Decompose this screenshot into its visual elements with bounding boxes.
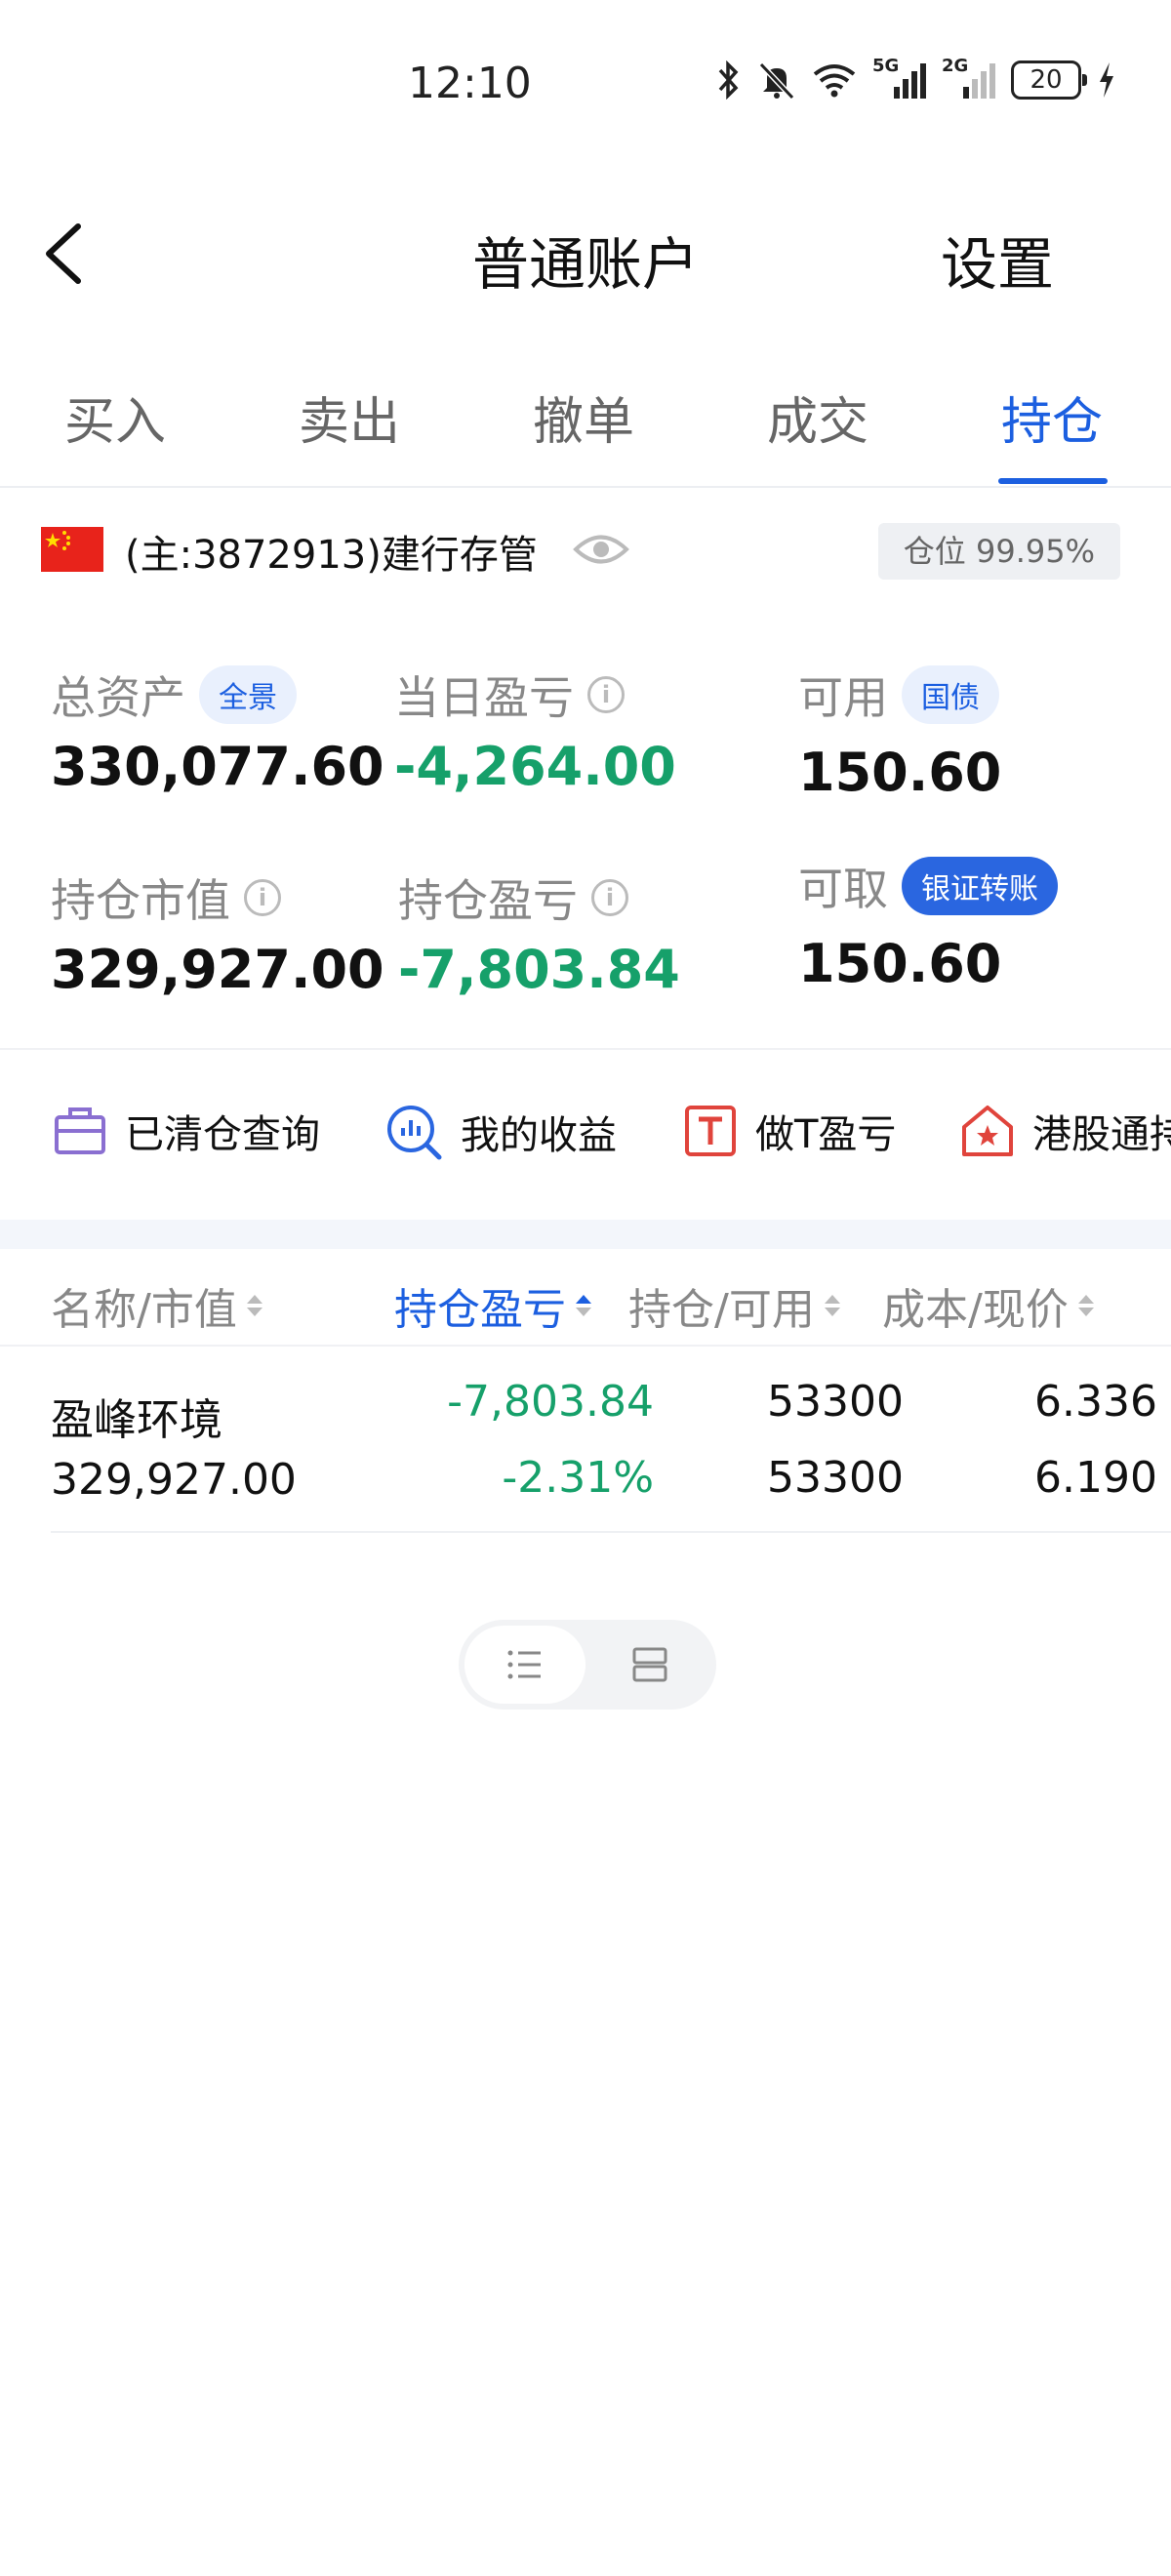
col-label: 持仓盈亏 — [394, 1285, 566, 1335]
battery-level: 20 — [1030, 65, 1063, 95]
t-box-icon — [685, 1106, 736, 1156]
available-value: 150.60 — [798, 742, 1002, 803]
signal-2g-label: 2G — [942, 56, 969, 76]
shortcut-label: 做T盈亏 — [755, 1112, 897, 1157]
sort-icon — [824, 1295, 840, 1316]
daily-pnl-value: -4,264.00 — [394, 736, 676, 797]
account-name: (主:3872913)建行存管 — [125, 533, 538, 578]
withdrawable-label: 可取 — [798, 863, 888, 915]
tab-buy[interactable]: 买入 — [64, 381, 166, 454]
total-assets: 总资产 全景 330,077.60 — [51, 664, 384, 797]
active-tab-indicator — [998, 478, 1108, 484]
table-row[interactable]: 盈峰环境 329,927.00 -7,803.84 -2.31% 53300 5… — [51, 1351, 1171, 1533]
bluetooth-icon — [718, 60, 739, 100]
status-bar: 12:10 5G 2G 20 — [0, 0, 1171, 166]
list-icon — [507, 1650, 541, 1679]
battery-icon: 20 — [1011, 60, 1087, 100]
card-view-icon — [632, 1647, 667, 1682]
sort-icon — [246, 1295, 262, 1316]
withdrawable-funds: 可取 银证转账 150.60 — [798, 855, 1058, 994]
stock-holding: 53300 — [767, 1377, 904, 1427]
shortcut-bar: 已清仓查询 我的收益 做T盈亏 港股通持 — [0, 1083, 1171, 1190]
hk-flower-icon — [962, 1106, 1013, 1156]
cleared-positions-shortcut[interactable]: 已清仓查询 — [53, 1103, 320, 1159]
shortcut-label: 港股通持 — [1032, 1112, 1171, 1157]
panorama-chip[interactable]: 全景 — [199, 665, 297, 724]
position-pnl-value: -7,803.84 — [398, 939, 680, 1000]
col-holding-available[interactable]: 持仓/可用 — [628, 1274, 840, 1337]
nav-bar: 普通账户 设置 — [0, 195, 1171, 312]
position-pnl-label: 持仓盈亏 — [398, 874, 578, 927]
section-divider — [0, 1220, 1171, 1249]
shortcut-label: 我的收益 — [461, 1113, 617, 1158]
col-label: 名称/市值 — [51, 1285, 237, 1335]
sort-icon — [1077, 1295, 1094, 1316]
stock-pnl-pct: -2.31% — [502, 1453, 654, 1503]
stock-name: 盈峰环境 — [51, 1395, 222, 1445]
daily-pnl: 当日盈亏 i -4,264.00 — [394, 664, 676, 797]
available-label: 可用 — [798, 671, 888, 724]
col-label: 成本/现价 — [882, 1285, 1069, 1335]
position-pnl: 持仓盈亏 i -7,803.84 — [398, 866, 680, 1000]
mute-bell-icon — [758, 61, 795, 100]
col-label: 持仓/可用 — [628, 1285, 815, 1335]
chart-magnifier-icon — [387, 1106, 442, 1160]
stock-market-value: 329,927.00 — [51, 1455, 297, 1505]
eye-icon[interactable] — [572, 525, 630, 574]
signal-2g-icon: 2G — [942, 56, 995, 99]
positions-table-header: 名称/市值 持仓盈亏 持仓/可用 成本/现价 — [0, 1259, 1171, 1347]
market-value-value: 329,927.00 — [51, 939, 384, 1000]
available-funds: 可用 国债 150.60 — [798, 664, 1001, 803]
tab-cancel-order[interactable]: 撤单 — [533, 381, 634, 454]
status-time: 12:10 — [408, 59, 532, 108]
briefcase-icon — [55, 1107, 105, 1154]
sort-icon — [576, 1295, 591, 1316]
daily-pnl-label: 当日盈亏 — [394, 671, 574, 724]
info-icon[interactable]: i — [587, 676, 625, 713]
signal-5g-icon: 5G — [872, 56, 926, 99]
info-icon[interactable]: i — [244, 879, 281, 916]
signal-5g-label: 5G — [872, 56, 900, 76]
list-view-button[interactable] — [464, 1626, 586, 1704]
col-position-pnl[interactable]: 持仓盈亏 — [394, 1274, 591, 1337]
tab-positions[interactable]: 持仓 — [1001, 381, 1103, 454]
card-view-button[interactable] — [589, 1626, 710, 1704]
withdrawable-value: 150.60 — [798, 933, 1002, 994]
total-assets-value: 330,077.60 — [51, 736, 384, 797]
market-value: 持仓市值 i 329,927.00 — [51, 866, 384, 1000]
trade-tabs: 买入 卖出 撤单 成交 持仓 — [0, 361, 1171, 488]
position-ratio-badge: 仓位 99.95% — [877, 523, 1120, 580]
status-icons: 5G 2G 20 — [716, 56, 1116, 100]
hk-connect-shortcut[interactable]: 港股通持 — [960, 1103, 1171, 1159]
total-assets-label: 总资产 — [51, 671, 185, 724]
info-icon[interactable]: i — [591, 879, 628, 916]
stock-pnl: -7,803.84 — [447, 1377, 654, 1427]
tab-sell[interactable]: 卖出 — [299, 381, 400, 454]
wifi-icon — [813, 64, 856, 98]
my-earnings-shortcut[interactable]: 我的收益 — [384, 1103, 617, 1161]
stock-cost: 6.336 — [1034, 1377, 1157, 1427]
charging-bolt-icon — [1100, 62, 1113, 98]
shortcut-label: 已清仓查询 — [125, 1112, 320, 1157]
col-cost-price[interactable]: 成本/现价 — [882, 1274, 1094, 1337]
view-toggle — [459, 1620, 716, 1710]
treasury-bond-chip[interactable]: 国债 — [902, 665, 999, 724]
t-trade-pnl-shortcut[interactable]: 做T盈亏 — [683, 1103, 896, 1159]
col-name-value[interactable]: 名称/市值 — [51, 1274, 262, 1337]
account-row[interactable]: (主:3872913)建行存管 仓位 99.95% — [0, 507, 1171, 595]
tab-deals[interactable]: 成交 — [767, 381, 868, 454]
settings-button[interactable]: 设置 — [941, 219, 1054, 301]
bank-transfer-button[interactable]: 银证转账 — [902, 857, 1058, 915]
market-value-label: 持仓市值 — [51, 874, 230, 927]
china-flag-icon — [41, 527, 103, 572]
asset-summary: 总资产 全景 330,077.60 当日盈亏 i -4,264.00 可用 国债 15… — [0, 644, 1171, 1050]
stock-price: 6.190 — [1034, 1453, 1157, 1503]
stock-available: 53300 — [767, 1453, 904, 1503]
